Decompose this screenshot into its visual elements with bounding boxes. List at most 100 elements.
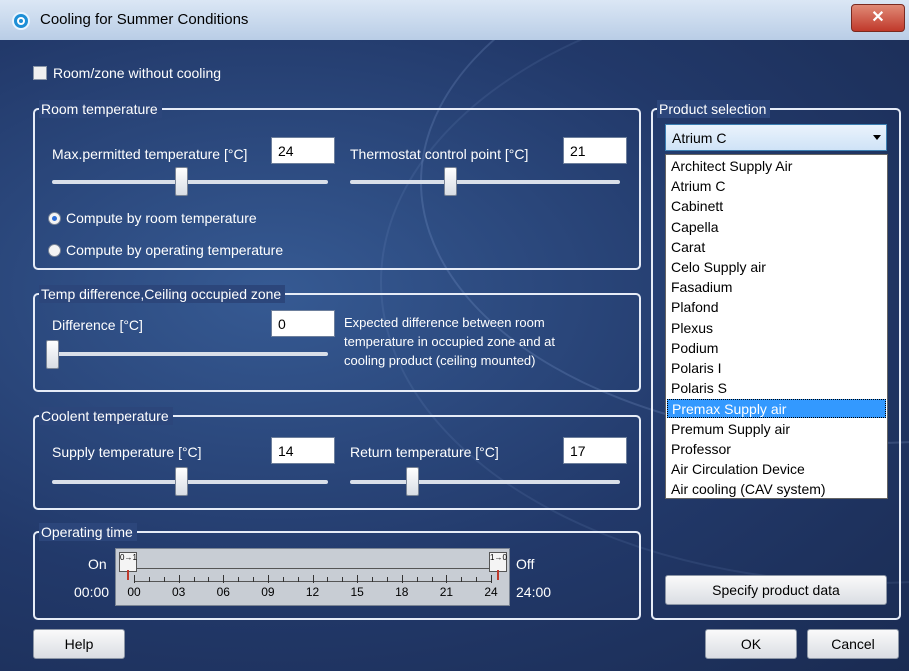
compute-room-radio[interactable] bbox=[48, 212, 61, 225]
thermostat-slider-thumb[interactable] bbox=[444, 167, 457, 196]
product-option[interactable]: Cabinett bbox=[667, 197, 886, 216]
close-button[interactable]: ✕ bbox=[851, 4, 905, 32]
cancel-button[interactable]: Cancel bbox=[807, 629, 899, 659]
return-temperature-slider-thumb[interactable] bbox=[406, 467, 419, 496]
time-tick bbox=[267, 575, 269, 583]
time-tick bbox=[476, 577, 478, 582]
supply-temperature-input[interactable]: 14 bbox=[271, 437, 335, 464]
time-tick bbox=[253, 577, 254, 582]
thermostat-label: Thermostat control point [°C] bbox=[350, 146, 529, 162]
thermostat-input[interactable]: 21 bbox=[563, 137, 627, 164]
window-title: Cooling for Summer Conditions bbox=[40, 11, 249, 28]
product-option[interactable]: Atrium C bbox=[667, 177, 886, 196]
supply-temperature-slider[interactable] bbox=[52, 480, 328, 484]
difference-description: Expected difference between room tempera… bbox=[344, 315, 556, 368]
time-tick bbox=[401, 575, 403, 583]
return-temperature-input[interactable]: 17 bbox=[563, 437, 627, 464]
product-option[interactable]: Premum Supply air bbox=[667, 420, 886, 439]
specify-product-data-button[interactable]: Specify product data bbox=[665, 575, 887, 605]
compute-operating-label: Compute by operating temperature bbox=[66, 242, 284, 258]
product-option[interactable]: Air Circulation Device bbox=[667, 460, 886, 479]
product-selected-value: Atrium C bbox=[672, 130, 727, 146]
product-option[interactable]: Premax Supply air bbox=[667, 399, 886, 419]
end-marker[interactable]: 1→0 bbox=[489, 552, 507, 580]
no-cooling-checkbox[interactable] bbox=[33, 66, 47, 80]
product-option[interactable]: Plafond bbox=[667, 298, 886, 317]
supply-temperature-label: Supply temperature [°C] bbox=[52, 444, 202, 460]
time-tick bbox=[327, 577, 329, 582]
ok-button[interactable]: OK bbox=[705, 629, 797, 659]
time-tick bbox=[163, 577, 165, 582]
product-option[interactable]: Podium bbox=[667, 339, 886, 358]
app-icon bbox=[12, 12, 30, 30]
time-tick bbox=[297, 577, 299, 582]
operating-time-bar[interactable]: 0→1 1→0 00 03 06 09 12 15 18 21 24 bbox=[115, 548, 510, 606]
product-option[interactable]: Professor bbox=[667, 440, 886, 459]
time-tick bbox=[416, 577, 418, 582]
product-option[interactable]: Polaris I bbox=[667, 359, 886, 378]
product-option[interactable]: Architect Supply Air bbox=[667, 157, 886, 176]
product-combobox[interactable]: Atrium C bbox=[665, 124, 887, 151]
difference-slider[interactable] bbox=[52, 352, 328, 356]
time-tick-label: 00 bbox=[127, 585, 141, 599]
time-tick bbox=[372, 577, 373, 582]
time-tick bbox=[178, 575, 180, 583]
time-tick bbox=[461, 577, 463, 582]
difference-slider-thumb[interactable] bbox=[46, 340, 59, 369]
product-option[interactable]: Air cooling (CAV system) bbox=[667, 480, 886, 499]
product-option[interactable]: Polaris S bbox=[667, 379, 886, 398]
time-tick bbox=[148, 577, 150, 582]
time-tick bbox=[223, 575, 225, 583]
time-tick-label: 15 bbox=[350, 585, 364, 599]
time-tick bbox=[193, 577, 195, 582]
time-tick bbox=[446, 575, 448, 583]
on-label: On bbox=[88, 556, 107, 572]
chevron-down-icon[interactable] bbox=[873, 135, 881, 140]
max-temperature-slider[interactable] bbox=[52, 180, 328, 184]
start-marker[interactable]: 0→1 bbox=[119, 552, 137, 580]
help-button[interactable]: Help bbox=[33, 629, 125, 659]
time-tick-label: 06 bbox=[216, 585, 230, 599]
coolent-temperature-group: Coolent temperature bbox=[33, 407, 641, 510]
off-label: Off bbox=[516, 556, 535, 572]
difference-input[interactable]: 0 bbox=[271, 310, 335, 337]
compute-room-label: Compute by room temperature bbox=[66, 210, 257, 226]
time-tick bbox=[491, 575, 492, 583]
no-cooling-label: Room/zone without cooling bbox=[53, 65, 222, 81]
time-tick bbox=[238, 577, 240, 582]
time-tick-label: 24 bbox=[484, 585, 498, 599]
max-temperature-slider-thumb[interactable] bbox=[175, 167, 188, 196]
time-tick-label: 18 bbox=[395, 585, 409, 599]
compute-operating-radio[interactable] bbox=[48, 244, 61, 257]
room-temperature-title: Room temperature bbox=[39, 100, 162, 118]
product-selection-title: Product selection bbox=[657, 100, 771, 118]
product-dropdown-list[interactable]: Architect Supply Air Atrium C Cabinett Cape… bbox=[665, 154, 888, 499]
product-option[interactable]: Plexus bbox=[667, 319, 886, 338]
product-option[interactable]: Capella bbox=[667, 218, 886, 237]
time-tick bbox=[312, 575, 314, 583]
time-tick bbox=[282, 577, 284, 582]
time-tick bbox=[134, 575, 135, 583]
end-time-label: 24:00 bbox=[516, 584, 552, 600]
thermostat-slider[interactable] bbox=[350, 180, 620, 184]
max-temperature-input[interactable]: 24 bbox=[271, 137, 335, 164]
time-tick bbox=[431, 577, 433, 582]
time-tick bbox=[208, 577, 210, 582]
time-tick-label: 12 bbox=[305, 585, 320, 599]
start-time-label: 00:00 bbox=[74, 584, 110, 600]
time-tick-label: 03 bbox=[171, 585, 186, 599]
schedule-line bbox=[134, 568, 491, 569]
time-tick-label: 21 bbox=[439, 585, 454, 599]
return-temperature-slider[interactable] bbox=[350, 480, 620, 484]
product-option[interactable]: Fasadium bbox=[667, 278, 886, 297]
product-option[interactable]: Celo Supply air bbox=[667, 258, 886, 277]
time-tick bbox=[357, 575, 359, 583]
product-option[interactable]: Carat bbox=[667, 238, 886, 257]
return-temperature-label: Return temperature [°C] bbox=[350, 444, 499, 460]
temp-difference-title: Temp difference,Ceiling occupied zone bbox=[39, 285, 286, 303]
time-tick bbox=[386, 577, 388, 582]
max-temperature-label: Max.permitted temperature [°C] bbox=[52, 146, 248, 162]
difference-label: Difference [°C] bbox=[52, 317, 143, 333]
supply-temperature-slider-thumb[interactable] bbox=[175, 467, 188, 496]
time-tick bbox=[342, 577, 344, 582]
